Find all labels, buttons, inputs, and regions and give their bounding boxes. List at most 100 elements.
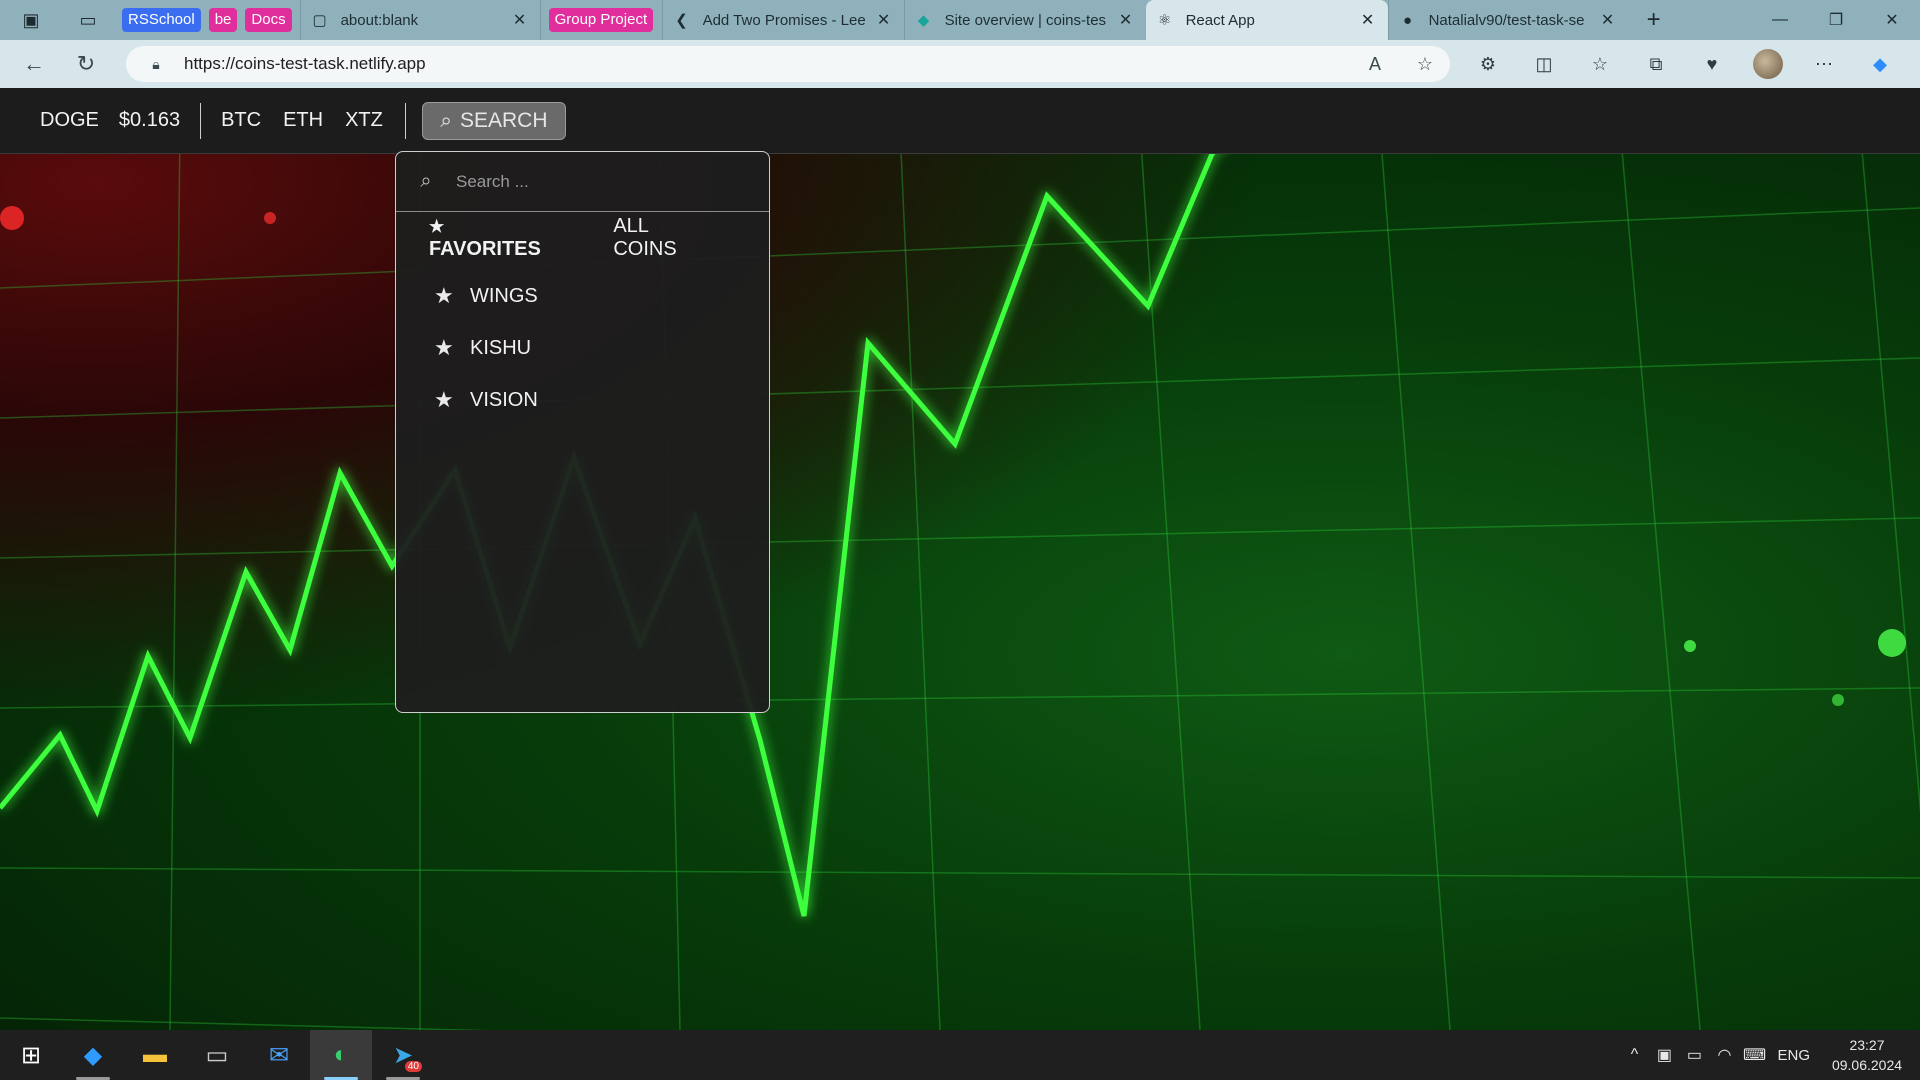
- tab-favorites[interactable]: ★ FAVORITES: [429, 215, 560, 261]
- react-icon: ⚛: [1157, 12, 1172, 29]
- tab-about-blank[interactable]: ▢ about:blank ✕: [299, 0, 540, 40]
- windows-start-icon[interactable]: ⊞: [0, 1030, 62, 1080]
- search-button-label: SEARCH: [459, 108, 548, 132]
- tab-actions-icon[interactable]: ▭: [62, 0, 114, 40]
- tab-title: Site overview | coins-tes: [944, 11, 1107, 29]
- app-header: DOGE $0.163 BTC ETH XTZ ⌕ SEARCH: [0, 88, 1920, 154]
- tab-github[interactable]: ● Natalialv90/test-task-se ✕: [1387, 0, 1628, 40]
- copilot-icon[interactable]: ◆: [1852, 40, 1908, 88]
- system-tray: ^ ▣ ▭ ◠ ⌨ ENG 23:27 09.06.2024: [1619, 1030, 1920, 1080]
- page-icon: ▢: [312, 12, 327, 29]
- reload-icon[interactable]: ↻: [60, 40, 112, 88]
- github-icon: ●: [1403, 11, 1413, 29]
- close-icon[interactable]: ✕: [510, 10, 530, 30]
- chevron-up-icon[interactable]: ^: [1619, 1046, 1649, 1064]
- extensions-icon[interactable]: ⚙: [1460, 40, 1516, 88]
- battery-icon[interactable]: ▭: [1679, 1045, 1709, 1065]
- wifi-icon[interactable]: ◠: [1709, 1045, 1739, 1065]
- tab-react-app[interactable]: ⚛ React App ✕: [1145, 0, 1388, 40]
- bookmark-be[interactable]: be: [208, 8, 238, 32]
- star-icon: ★: [429, 217, 445, 236]
- bookmark-docs[interactable]: Docs: [245, 8, 292, 32]
- favorites-list: ★ WINGS ★ KISHU ★ VISION: [396, 264, 769, 426]
- terminal-icon[interactable]: ▭: [186, 1030, 248, 1080]
- windows-taskbar: ⊞ ◆ ▬ ▭ ✉ ◐ ➤ 40 ^ ▣ ▭ ◠ ⌨ ENG 23:27 09.0…: [0, 1030, 1920, 1080]
- coin-link-eth[interactable]: ETH: [283, 109, 323, 132]
- browser-toolbar: ← ↻ 🔒︎ https://coins-test-task.netlify.a…: [0, 40, 1920, 88]
- clock-date: 09.06.2024: [1831, 1057, 1903, 1073]
- tab-group-project[interactable]: Group Project: [539, 0, 662, 40]
- tab-leetcode[interactable]: ❮ Add Two Promises - Lee ✕: [661, 0, 904, 40]
- list-item[interactable]: ★ KISHU: [396, 322, 769, 374]
- tab-all-coins[interactable]: ALL COINS: [613, 215, 716, 261]
- close-icon[interactable]: ✕: [1358, 10, 1378, 30]
- coin-link-xtz[interactable]: XTZ: [345, 109, 383, 132]
- star-icon[interactable]: ★: [434, 387, 470, 413]
- split-screen-icon[interactable]: ◫: [1516, 40, 1572, 88]
- address-bar[interactable]: 🔒︎ https://coins-test-task.netlify.app A…: [126, 46, 1450, 82]
- coin-name: VISION: [470, 388, 538, 411]
- more-options-icon[interactable]: ⋯: [1796, 40, 1852, 88]
- tab-title: Natalialv90/test-task-se: [1428, 11, 1585, 29]
- current-coin-symbol: DOGE: [40, 109, 99, 131]
- close-icon[interactable]: ✕: [1598, 10, 1618, 30]
- dropdown-tabs: ★ FAVORITES ALL COINS: [396, 212, 769, 264]
- edge-icon[interactable]: ◐: [310, 1030, 372, 1080]
- header-divider: [404, 102, 406, 139]
- new-tab-icon[interactable]: +: [1628, 0, 1680, 40]
- star-icon[interactable]: ★: [434, 335, 470, 361]
- vscode-icon[interactable]: ◆: [62, 1030, 124, 1080]
- keyboard-icon[interactable]: ⌨: [1739, 1045, 1769, 1065]
- tab-title: about:blank: [340, 11, 419, 29]
- profile-avatar[interactable]: [1740, 40, 1796, 88]
- tab-netlify[interactable]: ◆ Site overview | coins-tes ✕: [903, 0, 1146, 40]
- favorite-star-icon[interactable]: ☆: [1400, 54, 1450, 75]
- browser-essentials-icon[interactable]: ♥: [1684, 40, 1740, 88]
- extensions-row: ⚙ ◫ ☆ ⧉ ♥ ⋯ ◆: [1460, 40, 1908, 88]
- notification-badge: 40: [404, 1061, 422, 1072]
- tab-favorites-label: FAVORITES: [429, 238, 541, 260]
- favorites-icon[interactable]: ☆: [1572, 40, 1628, 88]
- star-icon[interactable]: ★: [434, 283, 470, 309]
- clock-time: 23:27: [1849, 1037, 1885, 1053]
- list-item[interactable]: ★ VISION: [396, 374, 769, 426]
- lock-icon[interactable]: 🔒︎: [136, 56, 176, 73]
- coin-name: KISHU: [470, 336, 532, 359]
- search-icon: ⌕: [440, 108, 452, 132]
- window-close-icon[interactable]: ✕: [1864, 0, 1920, 40]
- coin-name: WINGS: [470, 284, 538, 307]
- search-button[interactable]: ⌕ SEARCH: [421, 101, 566, 140]
- chart-background-image: [0, 106, 1920, 1030]
- current-coin-price: $0.163: [118, 109, 181, 131]
- tab-title: Add Two Promises - Lee: [702, 11, 866, 29]
- search-icon: ⌕: [420, 170, 432, 192]
- close-icon[interactable]: ✕: [874, 10, 894, 30]
- tab-title: React App: [1185, 11, 1255, 29]
- browser-tab-bar: ▣ ▭ RSSchool be Docs ▢ about:blank ✕ Gro…: [0, 0, 1920, 40]
- coin-search-input[interactable]: [456, 171, 736, 192]
- netlify-icon: ◆: [917, 12, 930, 29]
- background-grid: [0, 127, 1920, 1030]
- header-divider: [200, 102, 202, 139]
- list-item[interactable]: ★ WINGS: [396, 270, 769, 322]
- mail-icon[interactable]: ✉: [248, 1030, 310, 1080]
- back-icon[interactable]: ←: [8, 40, 60, 88]
- file-explorer-icon[interactable]: ▬: [124, 1030, 186, 1080]
- avatar: [1753, 49, 1783, 79]
- dropdown-search-row: ⌕: [396, 152, 769, 212]
- url-text[interactable]: https://coins-test-task.netlify.app: [184, 54, 1350, 74]
- workspaces-icon[interactable]: ▣: [0, 0, 62, 40]
- bookmark-rsschool[interactable]: RSSchool: [122, 8, 201, 32]
- network-device-icon[interactable]: ▣: [1649, 1045, 1679, 1065]
- coin-link-btc[interactable]: BTC: [221, 109, 261, 132]
- minimize-icon[interactable]: —: [1752, 0, 1808, 40]
- search-dropdown: ⌕ ★ FAVORITES ALL COINS ★ WINGS ★ KISHU …: [395, 151, 770, 713]
- clock[interactable]: 23:27 09.06.2024: [1824, 1035, 1910, 1075]
- collections-icon[interactable]: ⧉: [1628, 40, 1684, 88]
- restore-icon[interactable]: ❐: [1808, 0, 1864, 40]
- leetcode-icon: ❮: [675, 12, 688, 29]
- read-aloud-icon[interactable]: A: [1350, 54, 1400, 75]
- telegram-icon[interactable]: ➤ 40: [372, 1030, 434, 1080]
- close-icon[interactable]: ✕: [1116, 10, 1136, 30]
- language-indicator[interactable]: ENG: [1777, 1047, 1810, 1064]
